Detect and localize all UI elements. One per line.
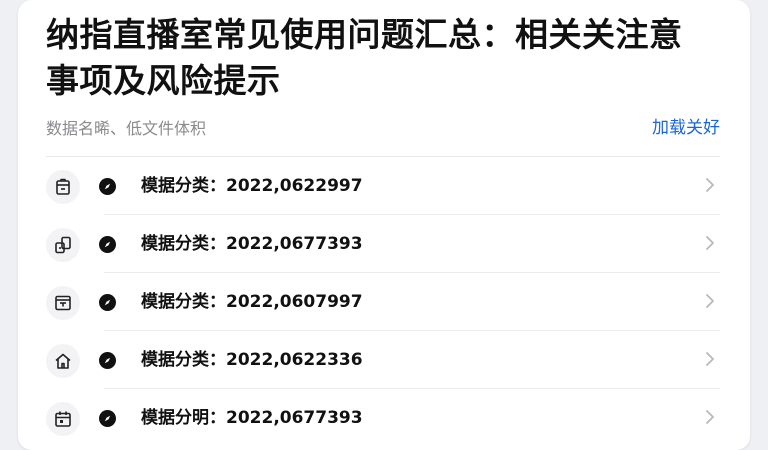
- bag-icon: [46, 170, 80, 204]
- content-card: 纳指直播室常见使用问题汇总：相关关注意事项及风险提示 数据名晞、低文件体积 加载…: [18, 0, 750, 450]
- chevron-right-icon: [704, 176, 716, 198]
- compass-icon: [99, 294, 116, 311]
- chevron-right-icon: [704, 292, 716, 314]
- list-item[interactable]: 模据分类：2022,0622997: [18, 157, 750, 215]
- page-title: 纳指直播室常见使用问题汇总：相关关注意事项及风险提示: [46, 15, 683, 100]
- monitor-icon: [46, 286, 80, 320]
- page-subtitle: 数据名晞、低文件体积: [46, 119, 207, 138]
- compass-icon: [99, 178, 116, 195]
- item-label: 模据分类：2022,0622997: [141, 176, 363, 196]
- list-item[interactable]: 模据分类：2022,0607997: [18, 273, 750, 331]
- compass-icon: [99, 410, 116, 427]
- phone-transfer-icon: [46, 228, 80, 262]
- item-list: 模据分类：2022,0622997 模据分类：2022,0677393 模据分类…: [18, 157, 750, 447]
- chevron-right-icon: [704, 408, 716, 430]
- compass-icon: [99, 236, 116, 253]
- list-item[interactable]: 模据分明：2022,0677393: [18, 389, 750, 447]
- list-item[interactable]: 模据分类：2022,0622336: [18, 331, 750, 389]
- item-label: 模据分类：2022,0622336: [141, 350, 363, 370]
- item-label: 模据分类：2022,0677393: [141, 234, 363, 254]
- load-link[interactable]: 加载关好: [652, 117, 720, 139]
- list-item[interactable]: 模据分类：2022,0677393: [18, 215, 750, 273]
- item-label: 模据分类：2022,0607997: [141, 292, 363, 312]
- calendar-icon: [46, 402, 80, 436]
- home-icon: [46, 344, 80, 378]
- chevron-right-icon: [704, 350, 716, 372]
- compass-icon: [99, 352, 116, 369]
- chevron-right-icon: [704, 234, 716, 256]
- item-label: 模据分明：2022,0677393: [141, 408, 363, 428]
